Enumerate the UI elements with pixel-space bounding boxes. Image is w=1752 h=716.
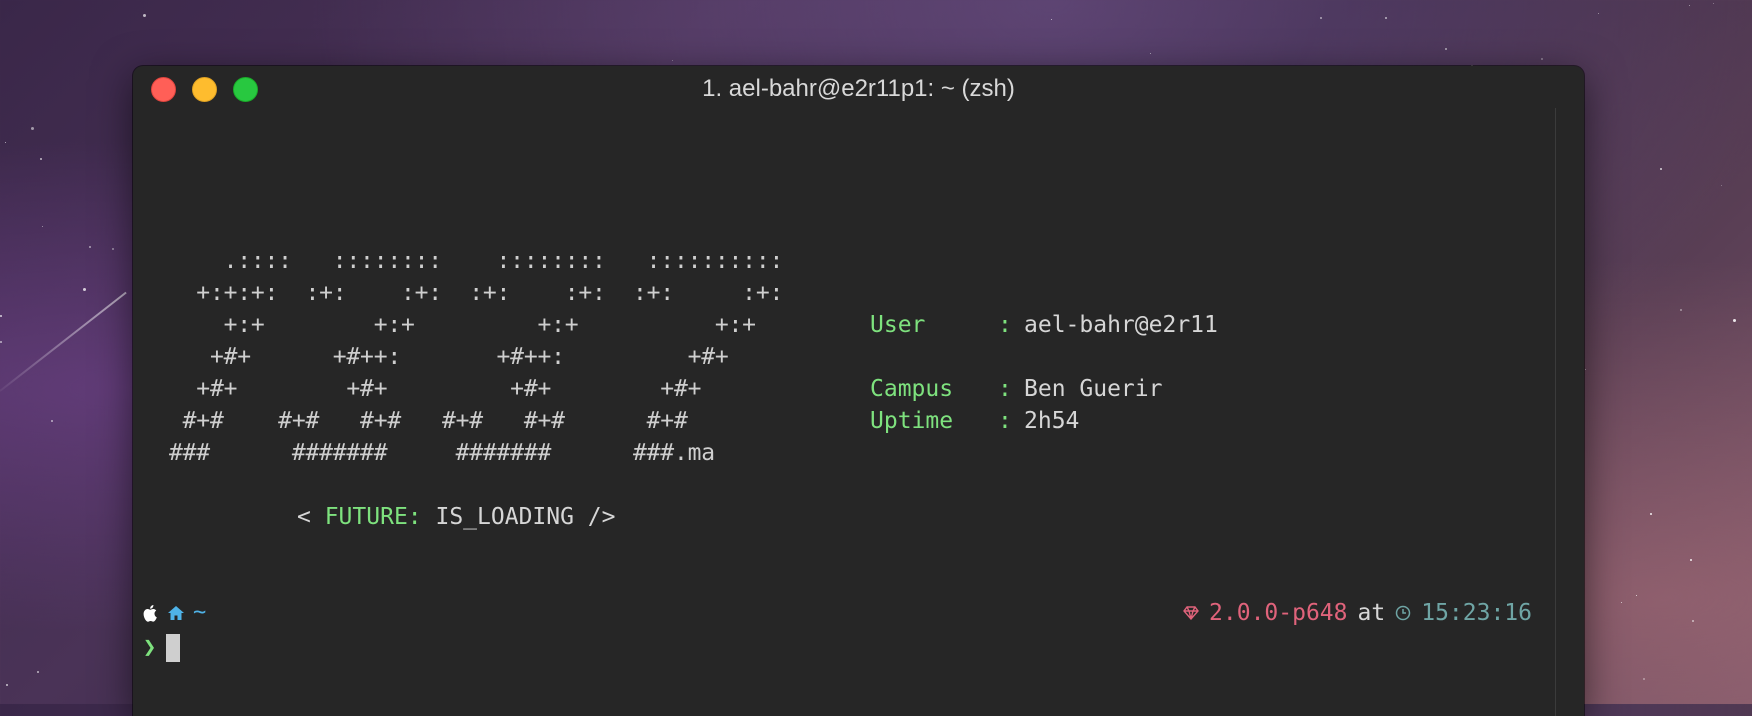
separator: : — [998, 312, 1012, 338]
tagline-rest: IS_LOADING /> — [421, 504, 616, 530]
ascii-art-line: +:+ +:+ +:+ +:+ — [169, 312, 756, 338]
separator: : — [998, 376, 1012, 402]
prompt-time: 15:23:16 — [1421, 600, 1532, 626]
close-button[interactable] — [151, 77, 176, 102]
window-titlebar[interactable]: 1. ael-bahr@e2r11p1: ~ (zsh) — [133, 66, 1584, 112]
prompt-segment-left: ~ — [143, 597, 206, 629]
star — [51, 420, 53, 422]
ascii-art-line: +#+ +#+ +#+ +#+ — [169, 376, 702, 402]
ruby-version: 2.0.0-p648 — [1209, 600, 1348, 626]
ascii-art-line: +#+ +#++: +#++: +#+ — [169, 344, 729, 370]
star — [89, 246, 91, 248]
star — [42, 226, 43, 227]
star — [5, 142, 6, 143]
ascii-art-line: .:::: :::::::: :::::::: :::::::::: — [169, 248, 784, 274]
system-info: User : ael-bahr@e2r11 Campus : Ben Gueri… — [870, 309, 1218, 437]
star — [1660, 168, 1662, 170]
window-controls — [151, 77, 258, 102]
user-label: User — [870, 312, 926, 338]
star — [1541, 58, 1543, 60]
separator: : — [998, 408, 1012, 434]
star — [1721, 185, 1722, 186]
star — [1650, 513, 1652, 515]
at-text: at — [1357, 600, 1386, 626]
text-cursor[interactable] — [166, 634, 181, 662]
tagline: < FUTURE: IS_LOADING /> — [297, 501, 616, 533]
current-directory: ~ — [193, 600, 207, 625]
star — [1621, 602, 1622, 603]
minimize-button[interactable] — [192, 77, 217, 102]
window-title: 1. ael-bahr@e2r11p1: ~ (zsh) — [702, 75, 1015, 102]
info-row-user: User : ael-bahr@e2r11 — [870, 309, 1218, 341]
ruby-gem-icon — [1183, 606, 1199, 620]
star — [672, 60, 673, 61]
star — [1733, 319, 1736, 322]
shooting-star — [0, 291, 127, 392]
star — [1585, 369, 1586, 370]
star — [143, 14, 146, 17]
zoom-button[interactable] — [233, 77, 258, 102]
star — [6, 684, 8, 686]
prompt-symbol: ❯ — [143, 635, 157, 660]
star — [1150, 53, 1151, 54]
info-row-campus: Campus : Ben Guerir — [870, 373, 1218, 405]
terminal-content[interactable]: .:::: :::::::: :::::::: :::::::::: +:+:+… — [133, 112, 1584, 716]
star — [83, 288, 86, 291]
star — [1320, 17, 1322, 19]
star — [112, 248, 114, 250]
campus-label: Campus — [870, 376, 954, 402]
tagline-keyword: FUTURE: — [324, 504, 422, 530]
star — [1680, 309, 1682, 311]
prompt-segment-right: 2.0.0-p648 at 15:23:16 — [1183, 597, 1532, 629]
campus-value: Ben Guerir — [1024, 376, 1163, 402]
terminal-window[interactable]: 1. ael-bahr@e2r11p1: ~ (zsh) .:::: :::::… — [133, 66, 1584, 716]
star — [1636, 595, 1637, 596]
star — [1713, 3, 1714, 4]
uptime-value: 2h54 — [1024, 408, 1080, 434]
uptime-label: Uptime — [870, 408, 954, 434]
star — [31, 127, 34, 130]
ascii-art-logo: .:::: :::::::: :::::::: :::::::::: +:+:+… — [169, 245, 783, 469]
star — [1051, 19, 1052, 20]
star — [40, 158, 42, 160]
ascii-art-line: ### ####### ####### ###.ma — [169, 440, 715, 466]
star — [1689, 5, 1690, 6]
star — [1598, 13, 1599, 14]
ascii-art-line: #+# #+# #+# #+# #+# #+# — [169, 408, 688, 434]
star — [0, 315, 2, 317]
star — [1445, 48, 1447, 50]
star — [1643, 678, 1645, 680]
info-row-uptime: Uptime : 2h54 — [870, 405, 1218, 437]
ascii-art-line: +:+:+: :+: :+: :+: :+: :+: :+: — [169, 280, 784, 306]
star — [1690, 559, 1692, 561]
home-icon — [168, 606, 184, 620]
star — [0, 341, 2, 343]
command-line[interactable]: ❯ — [143, 632, 181, 664]
star — [1385, 17, 1387, 19]
tagline-open: < — [297, 504, 325, 530]
apple-icon — [143, 605, 157, 622]
user-value: ael-bahr@e2r11 — [1024, 312, 1218, 338]
star — [1692, 620, 1694, 622]
clock-icon — [1395, 605, 1411, 621]
star — [37, 671, 39, 673]
